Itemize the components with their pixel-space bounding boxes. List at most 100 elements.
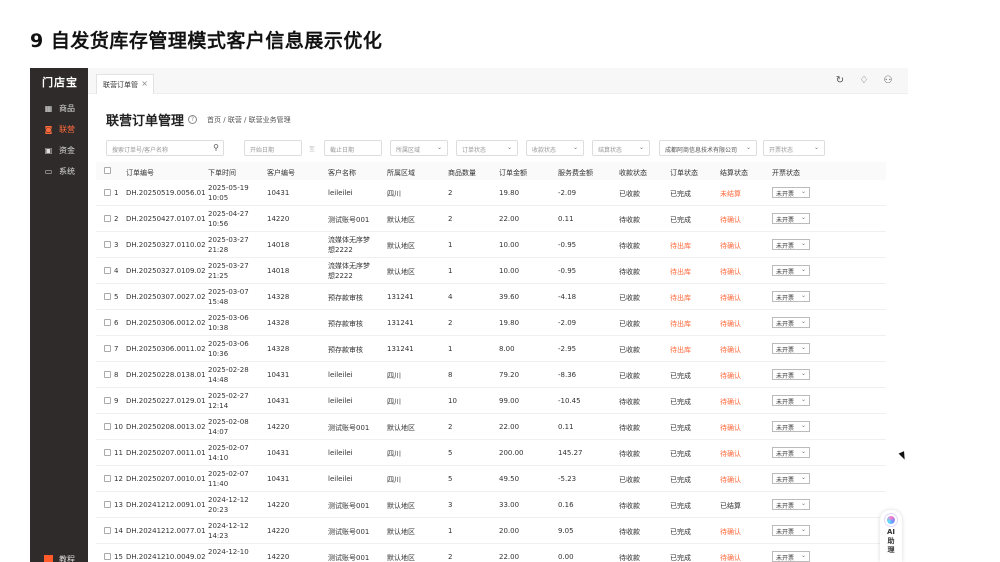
order-amount: 10.00 — [499, 241, 520, 249]
invoice-status-select[interactable]: 未开票 ⌄ — [772, 473, 810, 484]
order-number[interactable]: DH.20250427.0107.01 — [126, 215, 206, 223]
invoice-status-select[interactable]: 未开票 ⌄ — [772, 317, 810, 328]
row-checkbox[interactable] — [104, 501, 111, 508]
sidebar-item-tutorial[interactable]: 教程 — [44, 554, 75, 562]
invoice-status-select[interactable]: 未开票 ⌄ — [772, 395, 810, 406]
settle-status-select[interactable]: 结算状态 ⌄ — [592, 140, 650, 156]
order-status-select[interactable]: 订单状态 ⌄ — [456, 140, 518, 156]
table-row[interactable]: 1 DH.20250519.0056.01 2025-05-19 10:05 10431… — [96, 180, 886, 206]
row-checkbox[interactable] — [104, 293, 111, 300]
table-row[interactable]: 15 DH.20241210.0049.02 2024-12-10 14220 测试账号… — [96, 544, 886, 562]
region-select[interactable]: 所属区域 ⌄ — [390, 140, 448, 156]
order-number[interactable]: DH.20250306.0011.02 — [126, 345, 206, 353]
table-row[interactable]: 10 DH.20250208.0013.02 2025-02-08 14:07 1422… — [96, 414, 886, 440]
order-number[interactable]: DH.20250327.0110.02 — [126, 241, 206, 249]
invoice-status-select[interactable]: 开票状态 ⌄ — [763, 140, 825, 156]
table-row[interactable]: 11 DH.20250207.0011.01 2025-02-07 14:10 1043… — [96, 440, 886, 466]
invoice-status-value: 未开票 — [776, 529, 795, 536]
sidebar-item-funds[interactable]: ▣ 资金 — [44, 145, 75, 156]
invoice-status-select[interactable]: 未开票 ⌄ — [772, 265, 810, 276]
row-checkbox[interactable] — [104, 345, 111, 352]
ai-assistant-button[interactable]: AI 助 理 — [880, 510, 902, 562]
order-number[interactable]: DH.20250207.0011.01 — [126, 449, 206, 457]
customer-number: 14328 — [267, 345, 290, 353]
search-input[interactable]: 搜索订单号/客户名称 ⚲ — [106, 140, 224, 156]
row-checkbox[interactable] — [104, 241, 111, 248]
order-time: 2024-12-12 20:23 — [208, 495, 249, 515]
row-checkbox[interactable] — [104, 449, 111, 456]
order-number[interactable]: DH.20241212.0077.01 — [126, 527, 206, 535]
table-row[interactable]: 5 DH.20250307.0027.02 2025-03-07 15:48 14328… — [96, 284, 886, 310]
order-number[interactable]: DH.20241210.0049.02 — [126, 553, 206, 561]
sidebar-item-system[interactable]: ▭ 系统 — [44, 166, 75, 177]
invoice-status-select[interactable]: 未开票 ⌄ — [772, 525, 810, 536]
company-value: 成都阿商信息技术有限公司 — [665, 147, 738, 154]
invoice-status-select[interactable]: 未开票 ⌄ — [772, 551, 810, 562]
table-row[interactable]: 13 DH.20241212.0091.01 2024-12-12 20:23 1422… — [96, 492, 886, 518]
table-row[interactable]: 9 DH.20250227.0129.01 2025-02-27 12:14 10431… — [96, 388, 886, 414]
invoice-status-select[interactable]: 未开票 ⌄ — [772, 447, 810, 458]
row-checkbox[interactable] — [104, 319, 111, 326]
invoice-status-select[interactable]: 未开票 ⌄ — [772, 343, 810, 354]
row-checkbox[interactable] — [104, 397, 111, 404]
order-number[interactable]: DH.20241212.0091.01 — [126, 501, 206, 509]
invoice-status-select[interactable]: 未开票 ⌄ — [772, 291, 810, 302]
order-number[interactable]: DH.20250306.0012.02 — [126, 319, 206, 327]
collect-status-select[interactable]: 收款状态 ⌄ — [526, 140, 584, 156]
order-number[interactable]: DH.20250519.0056.01 — [126, 189, 206, 197]
tab-joint-orders[interactable]: 联营订单管 × — [96, 74, 154, 94]
table-row[interactable]: 7 DH.20250306.0011.02 2025-03-06 10:36 14328… — [96, 336, 886, 362]
invoice-status-select[interactable]: 未开票 ⌄ — [772, 421, 810, 432]
table-row[interactable]: 8 DH.20250228.0138.01 2025-02-28 14:48 10431… — [96, 362, 886, 388]
order-number[interactable]: DH.20250307.0027.02 — [126, 293, 206, 301]
table-row[interactable]: 12 DH.20250207.0010.01 2025-02-07 11:40 1043… — [96, 466, 886, 492]
ai-label-line1: AI — [886, 528, 896, 536]
order-number[interactable]: DH.20250207.0010.01 — [126, 475, 206, 483]
invoice-status-select[interactable]: 未开票 ⌄ — [772, 369, 810, 380]
table-row[interactable]: 6 DH.20250306.0012.02 2025-03-06 10:38 14328… — [96, 310, 886, 336]
header-customer-name: 客户名称 — [328, 169, 356, 177]
bell-icon[interactable]: ♢ — [858, 75, 870, 86]
table-row[interactable]: 2 DH.20250427.0107.01 2025-04-27 10:56 14220… — [96, 206, 886, 232]
order-number[interactable]: DH.20250327.0109.02 — [126, 267, 206, 275]
row-checkbox[interactable] — [104, 553, 111, 560]
row-checkbox[interactable] — [104, 371, 111, 378]
order-number[interactable]: DH.20250208.0013.02 — [126, 423, 206, 431]
collect-status: 待收款 — [619, 268, 640, 276]
row-checkbox[interactable] — [104, 475, 111, 482]
customer-name: leileilei — [328, 475, 353, 483]
user-icon[interactable]: ⚇ — [882, 75, 894, 86]
invoice-status-select[interactable]: 未开票 ⌄ — [772, 213, 810, 224]
order-date: 2024-12-10 — [208, 548, 249, 556]
search-icon[interactable]: ⚲ — [213, 143, 219, 152]
row-checkbox[interactable] — [104, 423, 111, 430]
collect-status: 待收款 — [619, 424, 640, 432]
table-row[interactable]: 3 DH.20250327.0110.02 2025-03-27 21:28 14018… — [96, 232, 886, 258]
end-date-field[interactable]: 截止日期 — [324, 140, 382, 156]
close-icon[interactable]: × — [141, 79, 148, 88]
region: 四川 — [387, 398, 401, 406]
row-checkbox[interactable] — [104, 215, 111, 222]
customer-name: leileilei — [328, 397, 353, 405]
sidebar-item-joint[interactable]: ◙ 联营 — [44, 124, 75, 135]
customer-name: 流媒体无序梦 想2222 — [328, 235, 370, 255]
table-row[interactable]: 4 DH.20250327.0109.02 2025-03-27 21:25 14018… — [96, 258, 886, 284]
invoice-status-placeholder: 开票状态 — [769, 147, 794, 154]
sidebar-item-products[interactable]: ▦ 商品 — [44, 103, 75, 114]
row-checkbox[interactable] — [104, 267, 111, 274]
chevron-down-icon: ⌄ — [800, 240, 806, 247]
row-checkbox[interactable] — [104, 189, 111, 196]
order-number[interactable]: DH.20250228.0138.01 — [126, 371, 206, 379]
company-select[interactable]: 成都阿商信息技术有限公司 ⌄ — [659, 140, 757, 156]
invoice-status-select[interactable]: 未开票 ⌄ — [772, 187, 810, 198]
select-all-checkbox[interactable] — [104, 167, 111, 174]
invoice-status-select[interactable]: 未开票 ⌄ — [772, 499, 810, 510]
order-number[interactable]: DH.20250227.0129.01 — [126, 397, 206, 405]
help-icon[interactable]: ? — [188, 115, 198, 124]
table-row[interactable]: 14 DH.20241212.0077.01 2024-12-12 14:23 1422… — [96, 518, 886, 544]
sidebar-item-label: 系统 — [59, 167, 75, 176]
refresh-icon[interactable]: ↻ — [834, 75, 846, 86]
row-checkbox[interactable] — [104, 527, 111, 534]
start-date-field[interactable]: 开始日期 — [244, 140, 302, 156]
invoice-status-select[interactable]: 未开票 ⌄ — [772, 239, 810, 250]
